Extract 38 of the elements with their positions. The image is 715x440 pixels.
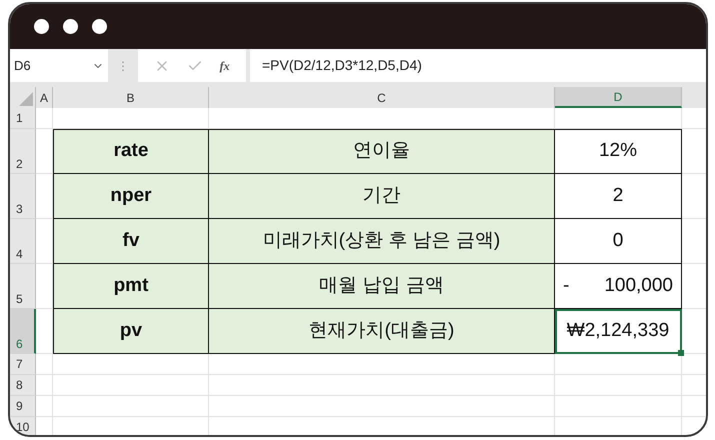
fill-handle[interactable] bbox=[678, 350, 684, 356]
column-header[interactable]: D bbox=[555, 87, 682, 108]
table-cell: 연이율 bbox=[209, 129, 555, 174]
row-header[interactable]: 3 bbox=[10, 174, 36, 219]
amount-text: 100,000 bbox=[604, 274, 673, 298]
table-cell: rate bbox=[53, 129, 209, 174]
row-header[interactable]: 4 bbox=[10, 219, 36, 264]
table-cell: pmt bbox=[53, 264, 209, 309]
table-cell bbox=[36, 354, 53, 375]
column-header[interactable]: A bbox=[36, 87, 53, 108]
column-header[interactable]: B bbox=[53, 87, 209, 108]
formula-field[interactable]: =PV(D2/12,D3*12,D5,D4) bbox=[250, 49, 706, 82]
table-cell: 현재가치(대출금) bbox=[209, 309, 555, 354]
table-cell: 매월 납입 금액 bbox=[209, 264, 555, 309]
row-header[interactable]: 5 bbox=[10, 264, 36, 309]
row-header[interactable]: 1 bbox=[10, 108, 36, 129]
table-cell: fv bbox=[53, 219, 209, 264]
table-cell: 12% bbox=[555, 129, 682, 174]
table-cell: 0 bbox=[555, 219, 682, 264]
function-icon[interactable]: fx bbox=[220, 56, 230, 74]
name-box[interactable]: D6 bbox=[10, 49, 108, 82]
select-all-icon[interactable] bbox=[19, 92, 33, 106]
table-cell bbox=[36, 375, 53, 396]
table-cell bbox=[36, 108, 53, 129]
table-cell: pv bbox=[53, 309, 209, 354]
row-header[interactable]: 9 bbox=[10, 396, 36, 417]
row-header[interactable]: 6 bbox=[10, 309, 36, 354]
row-header[interactable]: 2 bbox=[10, 129, 36, 174]
row-header[interactable]: 10 bbox=[10, 417, 36, 435]
table-cell: ₩2,124,339 bbox=[555, 309, 682, 354]
row-header[interactable]: 7 bbox=[10, 354, 36, 375]
table-cell: nper bbox=[53, 174, 209, 219]
sign-text: - bbox=[563, 274, 570, 298]
table-cell: 미래가치(상환 후 남은 금액) bbox=[209, 219, 555, 264]
table-cell bbox=[36, 396, 53, 417]
table-cell: 기간 bbox=[209, 174, 555, 219]
row-header[interactable]: 8 bbox=[10, 375, 36, 396]
table-cell: 2 bbox=[555, 174, 682, 219]
